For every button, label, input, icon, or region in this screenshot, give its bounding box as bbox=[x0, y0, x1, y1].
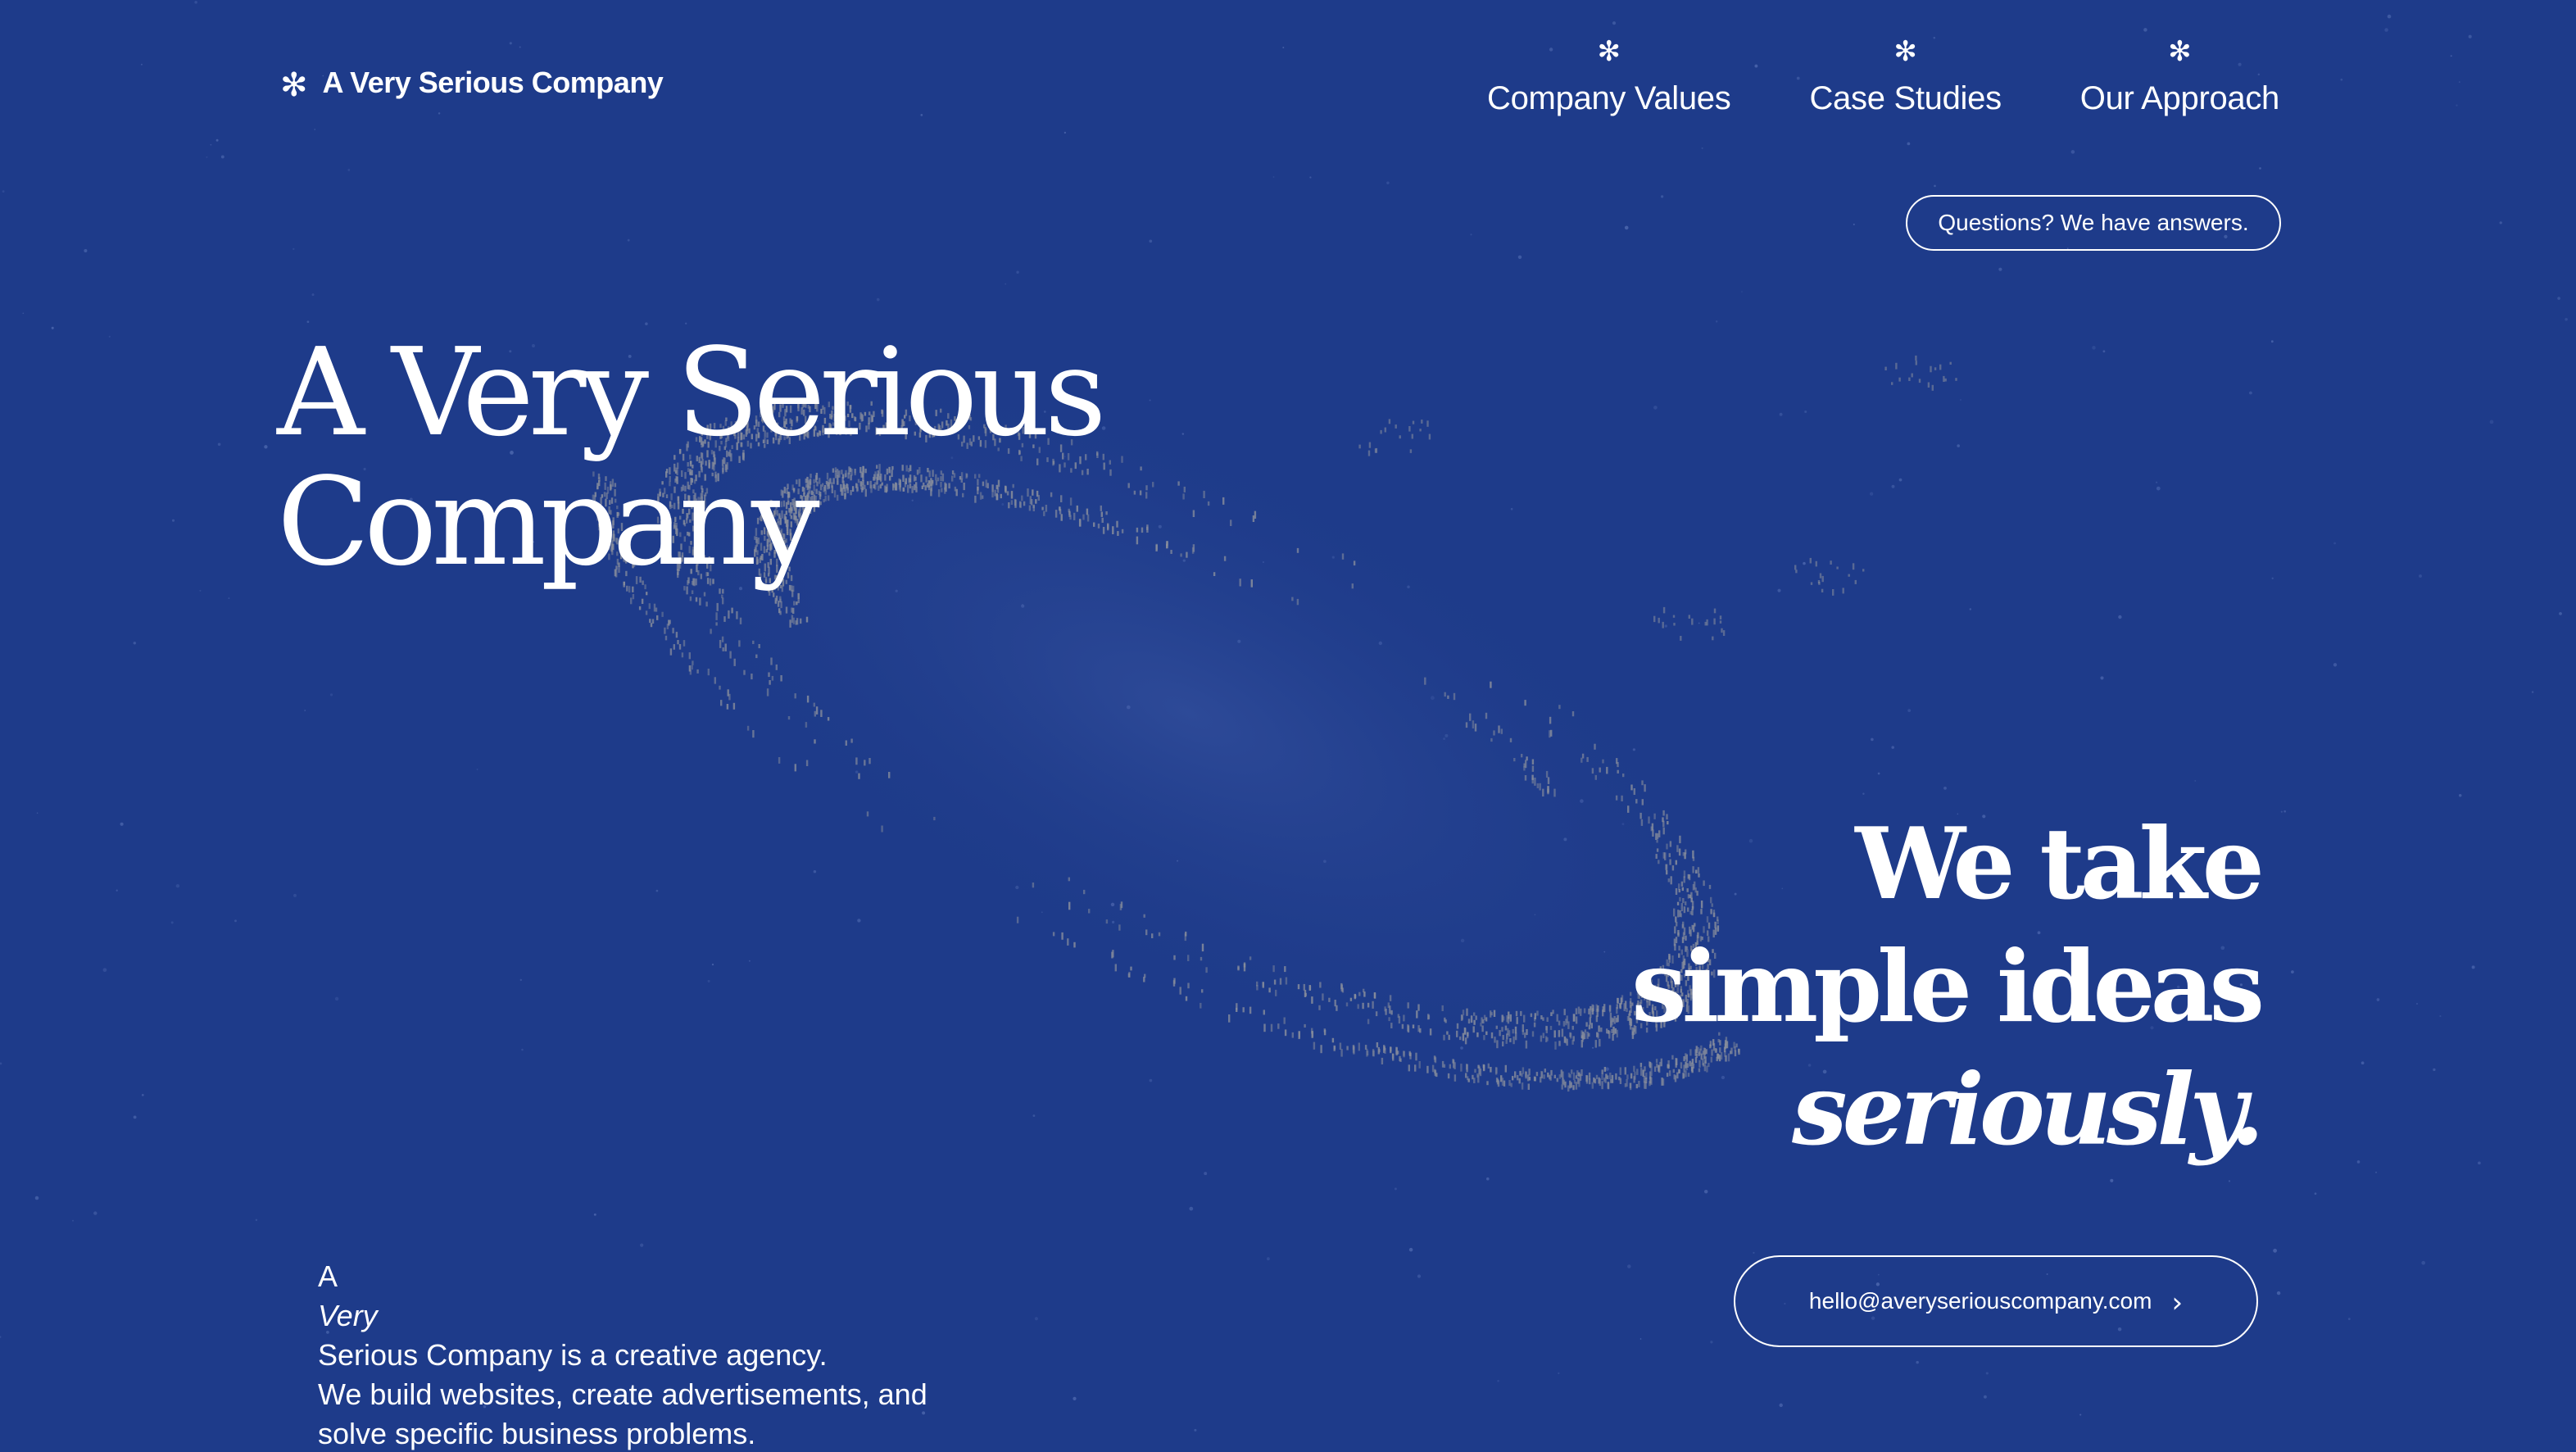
nav-item-label: Company Values bbox=[1487, 80, 1731, 116]
asterisk-icon: ✻ bbox=[1893, 35, 1917, 68]
tagline-line: We take bbox=[1855, 806, 2265, 922]
hero-title-line: A Very Serious bbox=[277, 322, 1107, 463]
logo-text: A Very Serious Company bbox=[322, 66, 664, 99]
nav-item-our-approach[interactable]: ✻ Our Approach bbox=[2079, 35, 2280, 117]
nav-item-label: Case Studies bbox=[1809, 80, 2002, 116]
hero-title: A Very Serious Company bbox=[277, 322, 1107, 592]
asterisk-icon: ✻ bbox=[1597, 35, 1621, 68]
hero-title-line: Company bbox=[277, 451, 820, 592]
tagline-line: simple ideas bbox=[1631, 929, 2265, 1045]
chevron-right-icon: › bbox=[2171, 1286, 2184, 1319]
description-text: A bbox=[318, 1259, 338, 1293]
tagline-line-italic: seriously. bbox=[1792, 1052, 2265, 1168]
description-line: A Very Serious Company is a creative age… bbox=[318, 1257, 1055, 1375]
description-emphasis: Very bbox=[318, 1299, 378, 1332]
email-contact-button[interactable]: hello@averyseriouscompany.com › bbox=[1734, 1255, 2258, 1347]
nav-item-company-values[interactable]: ✻ Company Values bbox=[1487, 35, 1731, 117]
nav-item-case-studies[interactable]: ✻ Case Studies bbox=[1809, 35, 2002, 117]
description-line: solve specific business problems. bbox=[318, 1417, 756, 1450]
questions-button[interactable]: Questions? We have answers. bbox=[1906, 195, 2281, 251]
asterisk-icon: ✻ bbox=[280, 66, 308, 104]
nav-item-label: Our Approach bbox=[2079, 80, 2280, 116]
landing-page: ✻ A Very Serious Company ✻ Company Value… bbox=[0, 0, 2576, 1452]
asterisk-icon: ✻ bbox=[2168, 35, 2192, 68]
agency-description: A Very Serious Company is a creative age… bbox=[318, 1257, 1055, 1452]
description-text: Serious Company is a creative agency. bbox=[318, 1338, 828, 1372]
main-nav: ✻ Company Values ✻ Case Studies ✻ Our Ap… bbox=[1487, 38, 2279, 117]
logo-link[interactable]: ✻ A Very Serious Company bbox=[280, 64, 664, 104]
tagline: We take simple ideas seriously. bbox=[1631, 803, 2265, 1172]
email-label: hello@averyseriouscompany.com bbox=[1808, 1288, 2152, 1314]
description-line: We build websites, create advertisements… bbox=[318, 1377, 927, 1411]
